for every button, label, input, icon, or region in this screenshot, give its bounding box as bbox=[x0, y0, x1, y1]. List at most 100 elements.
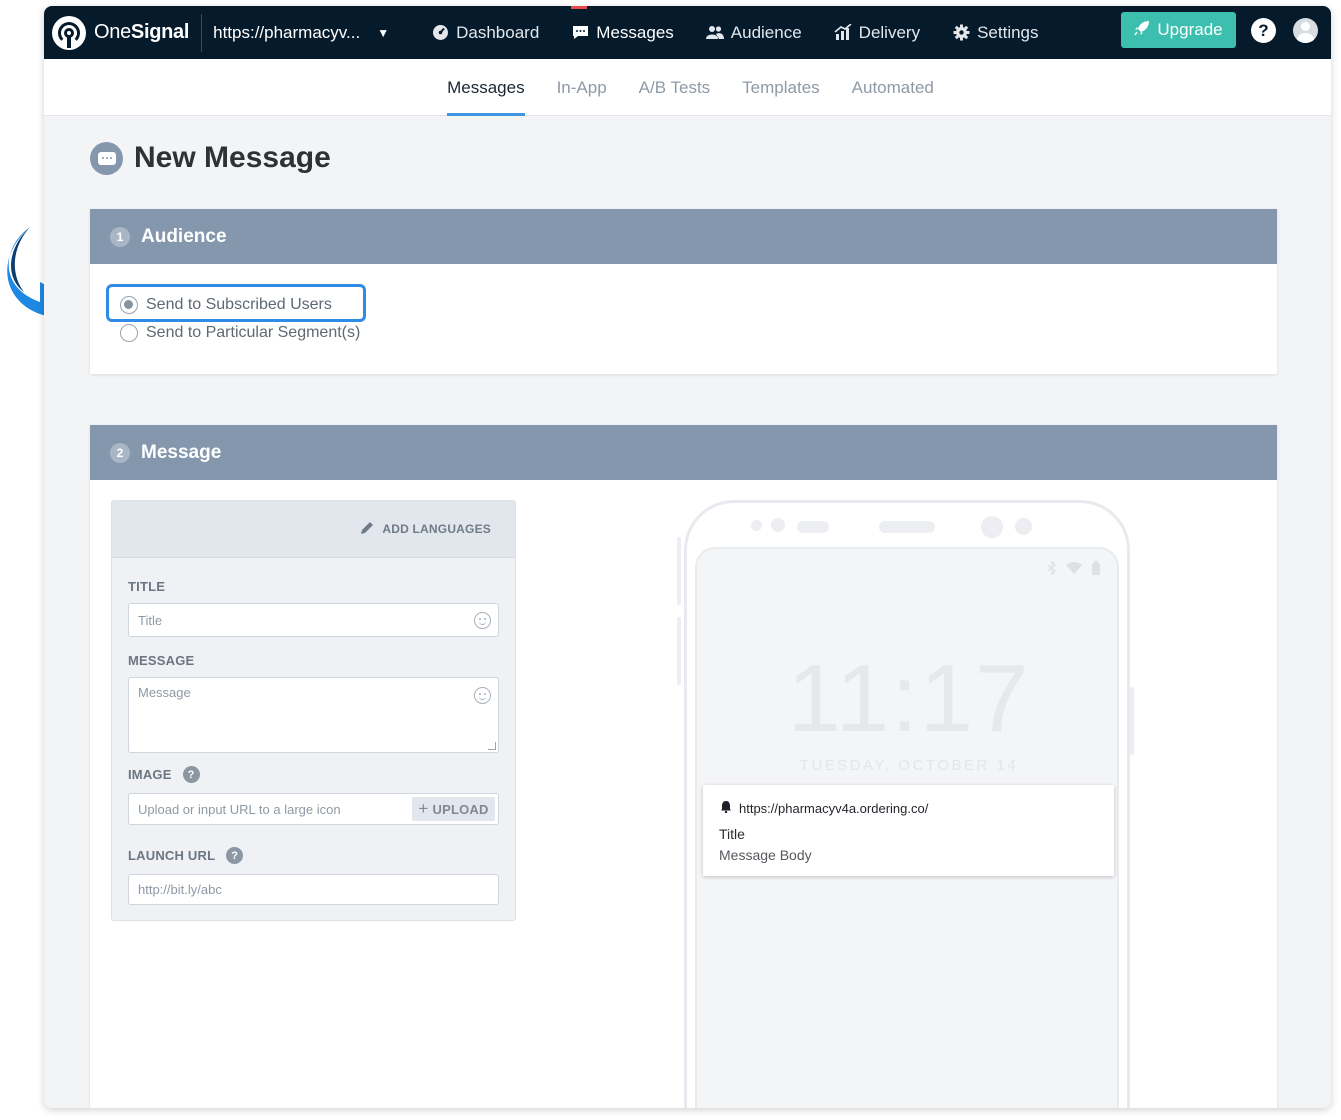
title-label: TITLE bbox=[128, 579, 166, 594]
brand-name: OneSignal bbox=[94, 21, 190, 43]
battery-icon bbox=[1091, 561, 1101, 579]
nav-item-label: Settings bbox=[977, 22, 1039, 42]
message-section: 2 Message ADD LANGUAGES TITLE Title MESS… bbox=[90, 425, 1277, 1108]
message-bubble-icon bbox=[90, 141, 123, 175]
tab-in-app[interactable]: In-App bbox=[541, 59, 623, 116]
notification-preview: https://pharmacyv4a.ordering.co/ Title M… bbox=[703, 785, 1114, 876]
status-bar bbox=[1047, 560, 1101, 579]
phone-preview: 11:17 TUESDAY, OCTOBER 14 https://pharma… bbox=[684, 500, 1130, 1108]
upload-button[interactable]: + UPLOAD bbox=[412, 797, 495, 821]
audience-icon bbox=[705, 24, 724, 42]
section-title: Audience bbox=[141, 225, 227, 247]
nav-item-label: Dashboard bbox=[456, 22, 540, 42]
notification-source: https://pharmacyv4a.ordering.co/ bbox=[720, 800, 928, 816]
wifi-icon bbox=[1065, 561, 1083, 579]
nav-item-label: Messages bbox=[596, 22, 674, 42]
delivery-icon bbox=[834, 24, 852, 42]
pencil-icon bbox=[360, 521, 374, 538]
tab-ab-tests[interactable]: A/B Tests bbox=[623, 59, 727, 116]
section-title: Message bbox=[141, 441, 222, 463]
audience-section: 1 Audience Send to Subscribed Users Send… bbox=[90, 209, 1277, 374]
image-url-input[interactable]: Upload or input URL to a large icon + UP… bbox=[128, 793, 499, 825]
image-label: IMAGE ? bbox=[128, 766, 200, 783]
phone-sensor-pill bbox=[797, 521, 829, 533]
step-number: 1 bbox=[110, 226, 130, 247]
title-input[interactable]: Title bbox=[128, 603, 499, 637]
nav-item-settings[interactable]: Settings bbox=[936, 6, 1054, 59]
audience-section-header: 1 Audience bbox=[90, 209, 1277, 264]
message-textarea[interactable]: Message bbox=[128, 677, 499, 753]
message-placeholder: Message bbox=[138, 685, 191, 700]
phone-camera bbox=[771, 518, 785, 532]
tab-messages[interactable]: Messages bbox=[431, 59, 540, 116]
avatar[interactable] bbox=[1293, 18, 1318, 43]
brand-logo[interactable]: OneSignal bbox=[52, 15, 190, 50]
nav-item-dashboard[interactable]: Dashboard bbox=[415, 6, 555, 59]
notification-title: Title bbox=[719, 826, 745, 842]
page-header: New Message bbox=[90, 141, 331, 175]
add-languages-label: ADD LANGUAGES bbox=[382, 522, 491, 536]
onesignal-logo-icon bbox=[52, 15, 86, 50]
tab-automated[interactable]: Automated bbox=[836, 59, 950, 116]
top-navigation: OneSignal https://pharmacyv... ▼ Dashboa… bbox=[44, 6, 1331, 59]
notification-body: Message Body bbox=[719, 847, 812, 863]
launch-url-placeholder: http://bit.ly/abc bbox=[138, 882, 222, 897]
phone-speaker bbox=[879, 521, 935, 533]
lockscreen-clock: 11:17 bbox=[787, 645, 1031, 752]
messages-icon bbox=[571, 24, 589, 42]
radio-label: Send to Particular Segment(s) bbox=[146, 324, 361, 341]
nav-divider bbox=[201, 13, 203, 52]
upload-label: UPLOAD bbox=[432, 801, 489, 817]
plus-icon: + bbox=[418, 799, 429, 818]
upgrade-label: Upgrade bbox=[1157, 20, 1223, 39]
gear-icon bbox=[952, 24, 970, 42]
nav-item-delivery[interactable]: Delivery bbox=[818, 6, 936, 59]
phone-screen: 11:17 TUESDAY, OCTOBER 14 https://pharma… bbox=[695, 547, 1119, 1108]
message-label: MESSAGE bbox=[128, 653, 195, 668]
nav-item-audience[interactable]: Audience bbox=[690, 6, 818, 59]
app-selector[interactable]: https://pharmacyv... ▼ bbox=[213, 23, 393, 43]
notification-url: https://pharmacyv4a.ordering.co/ bbox=[739, 800, 929, 816]
dashboard-icon bbox=[431, 24, 449, 42]
phone-sensor bbox=[1015, 518, 1032, 535]
radio-particular-segments[interactable]: Send to Particular Segment(s) bbox=[120, 324, 360, 342]
radio-button[interactable] bbox=[120, 324, 138, 342]
emoji-icon[interactable] bbox=[474, 687, 491, 704]
radio-label: Send to Subscribed Users bbox=[146, 296, 332, 313]
add-languages-button[interactable]: ADD LANGUAGES bbox=[360, 521, 491, 538]
help-icon[interactable]: ? bbox=[226, 847, 244, 864]
chevron-down-icon: ▼ bbox=[377, 25, 390, 40]
radio-button-checked[interactable] bbox=[120, 296, 138, 314]
app-window: OneSignal https://pharmacyv... ▼ Dashboa… bbox=[44, 6, 1331, 1108]
phone-volume-button bbox=[677, 617, 681, 685]
radio-subscribed-users[interactable]: Send to Subscribed Users bbox=[120, 296, 332, 314]
launch-url-input[interactable]: http://bit.ly/abc bbox=[128, 874, 499, 905]
phone-sensor bbox=[751, 520, 762, 531]
phone-front-camera bbox=[981, 516, 1003, 538]
upgrade-button[interactable]: Upgrade bbox=[1121, 12, 1236, 48]
resize-handle-icon[interactable] bbox=[488, 742, 496, 750]
help-icon[interactable]: ? bbox=[1251, 18, 1276, 43]
app-selector-value: https://pharmacyv... bbox=[213, 22, 361, 42]
rocket-icon bbox=[1134, 20, 1150, 41]
step-number: 2 bbox=[110, 442, 130, 463]
nav-item-messages[interactable]: Messages bbox=[555, 6, 689, 59]
phone-volume-button bbox=[677, 537, 681, 605]
bell-icon bbox=[720, 800, 732, 816]
emoji-icon[interactable] bbox=[474, 611, 491, 629]
page-title: New Message bbox=[134, 141, 331, 174]
nav-item-label: Audience bbox=[730, 22, 802, 42]
form-toolbar: ADD LANGUAGES bbox=[112, 501, 515, 558]
message-section-header: 2 Message bbox=[90, 425, 1277, 480]
nav-item-label: Delivery bbox=[858, 22, 921, 42]
message-form: ADD LANGUAGES TITLE Title MESSAGE Messag… bbox=[111, 500, 516, 921]
title-placeholder: Title bbox=[138, 612, 163, 628]
phone-power-button bbox=[1130, 687, 1134, 755]
lockscreen-date: TUESDAY, OCTOBER 14 bbox=[799, 757, 1019, 774]
bluetooth-icon bbox=[1047, 560, 1057, 579]
tab-templates[interactable]: Templates bbox=[726, 59, 835, 116]
image-placeholder: Upload or input URL to a large icon bbox=[138, 801, 341, 817]
sub-navigation: Messages In-App A/B Tests Templates Auto… bbox=[44, 59, 1331, 116]
help-icon[interactable]: ? bbox=[182, 766, 200, 783]
launch-url-label: LAUNCH URL ? bbox=[128, 847, 244, 864]
